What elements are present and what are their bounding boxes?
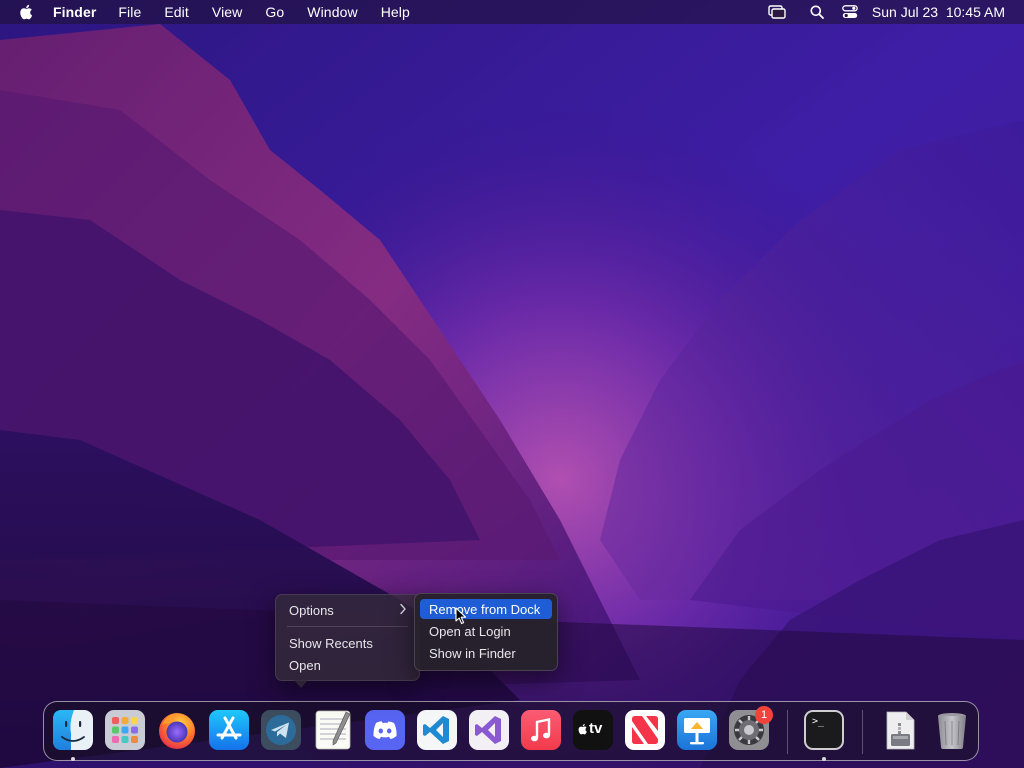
menu-window[interactable]: Window bbox=[307, 4, 357, 20]
dock-app-tv[interactable]: tv bbox=[572, 709, 614, 751]
firefox-icon bbox=[159, 713, 195, 749]
dock-app-visual-studio[interactable] bbox=[468, 709, 510, 751]
menu-item-show-in-finder[interactable]: Show in Finder bbox=[420, 643, 552, 663]
dock-app-archive[interactable] bbox=[879, 709, 921, 751]
menu-item-open-at-login[interactable]: Open at Login bbox=[420, 621, 552, 641]
menu-item-show-recents[interactable]: Show Recents bbox=[289, 633, 409, 653]
status-area: Sun Jul 23 10:45 AM bbox=[744, 0, 1005, 24]
app-store-icon bbox=[209, 710, 249, 750]
screen-mirroring-icon[interactable] bbox=[768, 5, 786, 19]
menu-go[interactable]: Go bbox=[265, 4, 284, 20]
textedit-icon bbox=[315, 710, 351, 750]
chevron-right-icon bbox=[399, 603, 407, 618]
dock-app-terminal[interactable]: >_ bbox=[803, 709, 845, 751]
launchpad-icon bbox=[105, 710, 145, 750]
tv-label: tv bbox=[589, 720, 603, 737]
visual-studio-icon bbox=[469, 710, 509, 750]
menu-bar: Finder File Edit View Go Window Help Sun… bbox=[0, 0, 1024, 24]
dock-app-discord[interactable] bbox=[364, 709, 406, 751]
finder-icon bbox=[53, 710, 93, 750]
control-center-icon[interactable] bbox=[842, 5, 858, 19]
keynote-icon bbox=[677, 710, 717, 750]
dock-app-telegram[interactable] bbox=[260, 709, 302, 751]
notification-badge: 1 bbox=[755, 706, 773, 724]
options-submenu: Remove from Dock Open at Login Show in F… bbox=[414, 593, 558, 671]
trash-icon bbox=[938, 713, 966, 749]
dock-app-app-store[interactable] bbox=[208, 709, 250, 751]
menu-help[interactable]: Help bbox=[381, 4, 410, 20]
running-indicator bbox=[822, 757, 826, 761]
dock-app-music[interactable] bbox=[520, 709, 562, 751]
dock-app-firefox[interactable] bbox=[156, 709, 198, 751]
dock-app-finder[interactable] bbox=[52, 709, 94, 751]
menu-edit[interactable]: Edit bbox=[164, 4, 189, 20]
menu-pointer-tail bbox=[294, 680, 308, 688]
mouse-cursor-icon bbox=[455, 607, 467, 630]
menu-view[interactable]: View bbox=[212, 4, 243, 20]
archive-utility-icon bbox=[886, 711, 915, 750]
menu-app-name[interactable]: Finder bbox=[53, 4, 96, 20]
dock-divider bbox=[862, 710, 863, 754]
dock-context-menu: Options Show Recents Open bbox=[275, 594, 420, 688]
search-icon[interactable] bbox=[810, 5, 824, 19]
menu-item-options[interactable]: Options bbox=[289, 600, 409, 620]
dock-app-vscode[interactable] bbox=[416, 709, 458, 751]
running-indicator bbox=[71, 757, 75, 761]
menu-item-options-label: Options bbox=[289, 602, 334, 618]
menu-item-remove-from-dock[interactable]: Remove from Dock bbox=[420, 599, 552, 619]
dock-app-news[interactable] bbox=[624, 709, 666, 751]
dock: tv 1 >_ bbox=[43, 701, 979, 761]
menu-item-open[interactable]: Open bbox=[289, 655, 409, 675]
dock-app-keynote[interactable] bbox=[676, 709, 718, 751]
dock-app-textedit[interactable] bbox=[312, 709, 354, 751]
discord-icon bbox=[365, 710, 405, 750]
dock-app-launchpad[interactable] bbox=[104, 709, 146, 751]
vscode-icon bbox=[417, 710, 457, 750]
dock-app-trash[interactable] bbox=[931, 709, 973, 751]
menu-file[interactable]: File bbox=[118, 4, 141, 20]
terminal-prompt-label: >_ bbox=[812, 716, 825, 727]
menu-separator bbox=[287, 626, 408, 627]
apple-menu-icon[interactable] bbox=[19, 4, 35, 20]
menu-clock[interactable]: Sun Jul 23 10:45 AM bbox=[872, 4, 1005, 20]
news-icon bbox=[625, 710, 665, 750]
music-icon bbox=[521, 710, 561, 750]
telegram-icon bbox=[261, 710, 301, 750]
dock-divider bbox=[787, 710, 788, 754]
